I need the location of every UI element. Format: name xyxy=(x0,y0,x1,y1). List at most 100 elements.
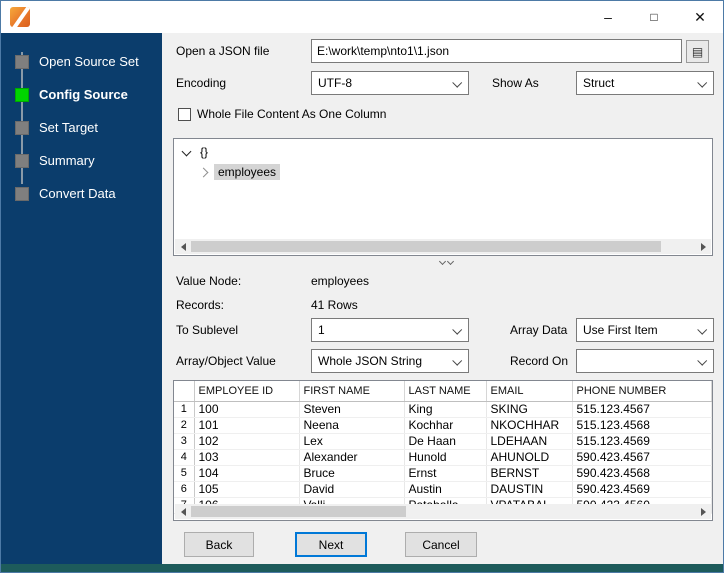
table-row[interactable]: 1 100 Steven King SKING 515.123.4567 xyxy=(174,401,712,418)
window-bottom-edge xyxy=(1,564,723,572)
cancel-button[interactable]: Cancel xyxy=(405,532,477,557)
table-cell: 590.423.4569 xyxy=(572,481,712,498)
sidebar-step-set-target[interactable]: Set Target xyxy=(1,111,162,144)
sidebar-step-convert-data[interactable]: Convert Data xyxy=(1,177,162,210)
row-number-cell: 4 xyxy=(174,449,195,466)
show-as-select[interactable]: Struct xyxy=(576,71,714,95)
grid-corner-cell xyxy=(174,381,195,402)
scroll-right-icon[interactable] xyxy=(695,504,711,519)
row-number-cell: 1 xyxy=(174,401,195,418)
table-cell: De Haan xyxy=(404,433,487,450)
table-cell: Bruce xyxy=(299,465,405,482)
row-number-cell: 3 xyxy=(174,433,195,450)
column-header[interactable]: EMPLOYEE ID xyxy=(194,381,300,402)
value-node-value: employees xyxy=(311,274,370,288)
encoding-select[interactable]: UTF-8 xyxy=(311,71,469,95)
scrollbar-thumb[interactable] xyxy=(191,241,661,252)
chevron-down-icon xyxy=(438,257,446,265)
scroll-left-icon[interactable] xyxy=(175,239,191,254)
table-cell: Ernst xyxy=(404,465,487,482)
table-row[interactable]: 2 101 Neena Kochhar NKOCHHAR 515.123.4568 xyxy=(174,417,712,434)
tree-root-label: {} xyxy=(200,145,209,159)
preview-data-grid[interactable]: EMPLOYEE ID FIRST NAME LAST NAME EMAIL PHONE… xyxy=(173,380,713,521)
table-cell: King xyxy=(404,401,487,418)
table-row[interactable]: 5 104 Bruce Ernst BERNST 590.423.4568 xyxy=(174,465,712,482)
row-number-cell: 2 xyxy=(174,417,195,434)
scrollbar-thumb[interactable] xyxy=(191,506,406,517)
main-panel: Open a JSON file ▤ Encoding UTF-8 Show A… xyxy=(162,33,723,565)
table-cell: 101 xyxy=(194,417,300,434)
json-structure-tree[interactable]: {} employees xyxy=(173,138,713,256)
scroll-right-icon[interactable] xyxy=(695,239,711,254)
chevron-down-icon xyxy=(446,257,454,265)
open-file-label: Open a JSON file xyxy=(176,44,270,58)
encoding-label: Encoding xyxy=(176,76,227,90)
grid-header-row: EMPLOYEE ID FIRST NAME LAST NAME EMAIL PHONE… xyxy=(174,381,712,402)
file-path-input[interactable] xyxy=(311,39,682,63)
sidebar-step-config-source[interactable]: Config Source xyxy=(1,78,162,111)
tree-root-node[interactable]: {} xyxy=(174,142,712,162)
table-cell: BERNST xyxy=(486,465,573,482)
splitter-grip[interactable] xyxy=(434,257,458,265)
table-row[interactable]: 6 105 David Austin DAUSTIN 590.423.4569 xyxy=(174,481,712,498)
tree-collapsed-icon[interactable] xyxy=(200,168,208,176)
table-cell: Neena xyxy=(299,417,405,434)
record-on-select[interactable] xyxy=(576,349,714,373)
step-marker-icon xyxy=(15,120,29,135)
close-button[interactable]: ✕ xyxy=(677,1,723,33)
grid-body: 1 100 Steven King SKING 515.123.4567 2 101 Neena… xyxy=(174,401,712,514)
tree-expanded-icon[interactable] xyxy=(182,148,190,156)
tree-child-node[interactable]: employees xyxy=(174,162,712,182)
column-header[interactable]: FIRST NAME xyxy=(299,381,405,402)
grid-horizontal-scrollbar[interactable] xyxy=(175,504,711,519)
preview-table: EMPLOYEE ID FIRST NAME LAST NAME EMAIL PHONE… xyxy=(174,381,712,514)
table-row[interactable]: 4 103 Alexander Hunold AHUNOLD 590.423.4567 xyxy=(174,449,712,466)
chevron-down-icon xyxy=(452,355,463,366)
column-header[interactable]: LAST NAME xyxy=(404,381,487,402)
table-cell: 515.123.4567 xyxy=(572,401,712,418)
array-data-select[interactable]: Use First Item xyxy=(576,318,714,342)
step-marker-icon xyxy=(15,186,29,201)
whole-file-checkbox[interactable] xyxy=(178,107,191,121)
window-controls: – □ ✕ xyxy=(585,1,723,33)
minimize-button[interactable]: – xyxy=(585,1,631,33)
maximize-button[interactable]: □ xyxy=(631,1,677,33)
value-node-label: Value Node: xyxy=(176,274,242,288)
title-bar: – □ ✕ xyxy=(1,1,723,33)
browse-file-button[interactable]: ▤ xyxy=(686,40,709,63)
sidebar-step-open-source-set[interactable]: Open Source Set xyxy=(1,45,162,78)
column-header[interactable]: EMAIL xyxy=(486,381,573,402)
chevron-down-icon xyxy=(697,355,708,366)
app-logo-icon xyxy=(10,7,30,27)
table-cell: 102 xyxy=(194,433,300,450)
scroll-left-icon[interactable] xyxy=(175,504,191,519)
array-object-value-value: Whole JSON String xyxy=(318,354,423,368)
next-button[interactable]: Next xyxy=(295,532,367,557)
show-as-label: Show As xyxy=(492,76,539,90)
column-header[interactable]: PHONE NUMBER xyxy=(572,381,712,402)
table-row[interactable]: 3 102 Lex De Haan LDEHAAN 515.123.4569 xyxy=(174,433,712,450)
back-button[interactable]: Back xyxy=(184,532,254,557)
chevron-down-icon xyxy=(697,324,708,335)
table-cell: 100 xyxy=(194,401,300,418)
to-sublevel-select[interactable]: 1 xyxy=(311,318,469,342)
records-label: Records: xyxy=(176,298,225,312)
tree-horizontal-scrollbar[interactable] xyxy=(175,239,711,254)
table-cell: David xyxy=(299,481,405,498)
wizard-sidebar: Open Source Set Config Source Set Target Su… xyxy=(1,33,162,566)
table-cell: DAUSTIN xyxy=(486,481,573,498)
sidebar-step-summary[interactable]: Summary xyxy=(1,144,162,177)
table-cell: 515.123.4568 xyxy=(572,417,712,434)
step-label: Convert Data xyxy=(39,186,116,201)
chevron-down-icon xyxy=(452,324,463,335)
table-cell: AHUNOLD xyxy=(486,449,573,466)
table-cell: Lex xyxy=(299,433,405,450)
step-marker-icon xyxy=(15,87,29,102)
to-sublevel-value: 1 xyxy=(318,323,325,337)
row-number-cell: 6 xyxy=(174,481,195,498)
row-number-cell: 5 xyxy=(174,465,195,482)
whole-file-checkbox-label: Whole File Content As One Column xyxy=(197,107,387,121)
table-cell: Steven xyxy=(299,401,405,418)
array-object-value-select[interactable]: Whole JSON String xyxy=(311,349,469,373)
table-cell: 105 xyxy=(194,481,300,498)
